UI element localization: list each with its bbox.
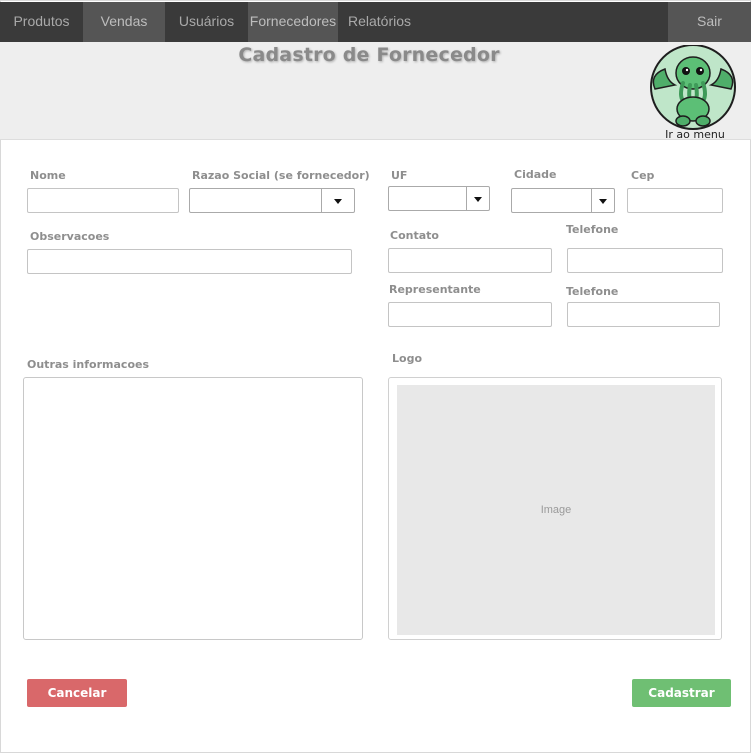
nav-item-produtos[interactable]: Produtos	[0, 2, 83, 42]
uf-select[interactable]	[388, 186, 490, 211]
cep-input[interactable]	[627, 188, 723, 213]
nav-item-relatorios[interactable]: Relatórios	[338, 2, 421, 42]
logo-label: Logo	[392, 352, 422, 365]
logo-upload-panel[interactable]: Image	[388, 377, 722, 640]
telefone-representante-input[interactable]	[567, 302, 720, 327]
top-navbar: Produtos Vendas Usuários Fornecedores Re…	[0, 2, 751, 42]
page-title: Cadastro de Fornecedor	[238, 44, 500, 66]
logo-image-placeholder: Image	[397, 385, 715, 635]
image-placeholder-text: Image	[540, 504, 572, 516]
telefone-label: Telefone	[566, 223, 619, 236]
nome-input[interactable]	[27, 188, 179, 213]
uf-label: UF	[391, 169, 408, 182]
menu-link[interactable]: Ir ao menu	[645, 128, 745, 141]
cidade-label: Cidade	[514, 168, 557, 181]
representante-label: Representante	[389, 283, 481, 296]
cep-label: Cep	[631, 169, 655, 182]
telefone-input[interactable]	[567, 248, 723, 273]
nav-item-usuarios[interactable]: Usuários	[165, 2, 248, 42]
cadastrar-button[interactable]: Cadastrar	[632, 679, 731, 707]
outras-informacoes-label: Outras informacoes	[27, 358, 150, 371]
chevron-down-icon	[599, 198, 607, 204]
representante-input[interactable]	[388, 302, 552, 327]
cthulhu-mascot-icon[interactable]	[645, 45, 741, 141]
nome-label: Nome	[30, 169, 66, 182]
contato-input[interactable]	[388, 248, 552, 273]
nav-item-fornecedores[interactable]: Fornecedores	[248, 2, 338, 42]
razao-social-dropdown-toggle[interactable]	[321, 189, 354, 212]
contato-label: Contato	[390, 229, 439, 242]
chevron-down-icon	[334, 198, 342, 204]
observacoes-label: Observacoes	[30, 230, 110, 243]
outras-informacoes-textarea[interactable]	[23, 377, 363, 640]
uf-dropdown-toggle[interactable]	[466, 187, 489, 210]
cancel-button[interactable]: Cancelar	[27, 679, 127, 707]
razao-social-select[interactable]	[189, 188, 355, 213]
nav-item-vendas[interactable]: Vendas	[83, 2, 165, 42]
cidade-select[interactable]	[511, 188, 615, 213]
logout-button[interactable]: Sair	[668, 2, 751, 42]
telefone-representante-label: Telefone	[566, 285, 619, 298]
cidade-dropdown-toggle[interactable]	[591, 189, 614, 212]
chevron-down-icon	[474, 196, 482, 202]
observacoes-input[interactable]	[27, 249, 352, 274]
razao-social-label: Razao Social (se fornecedor)	[192, 169, 370, 182]
